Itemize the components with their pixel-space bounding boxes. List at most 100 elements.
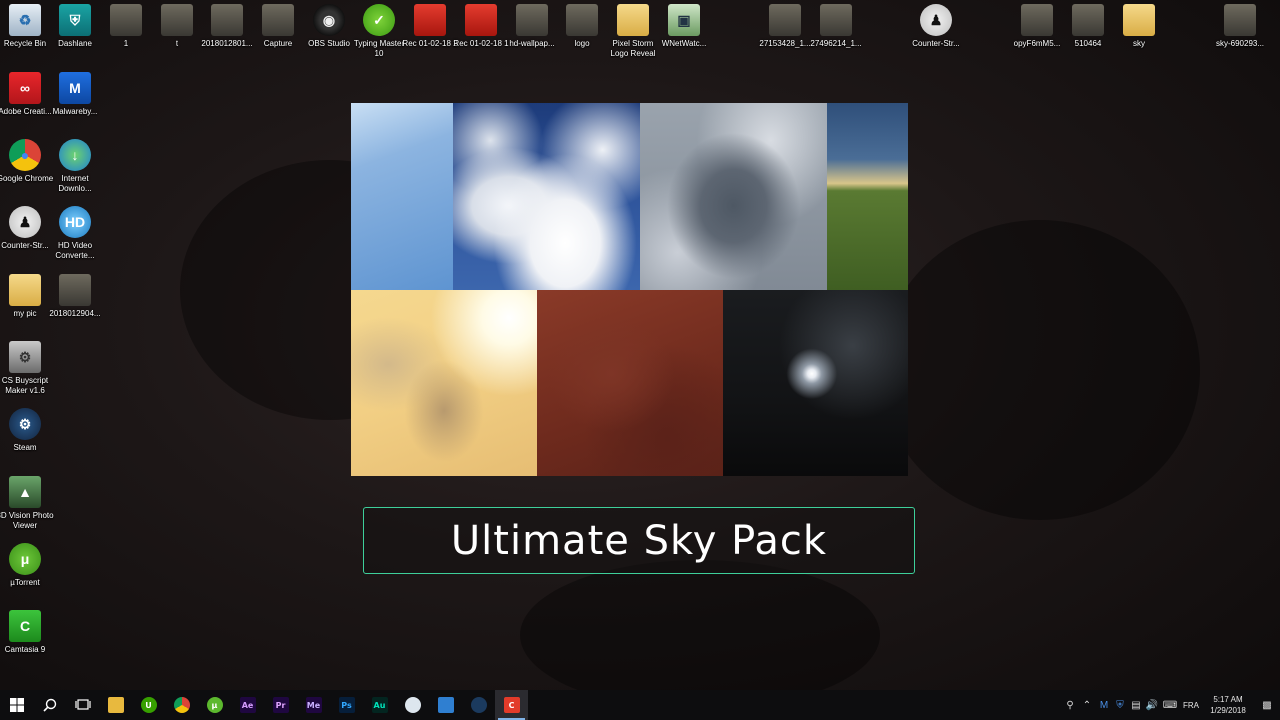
media-encoder-icon: Me	[305, 697, 322, 713]
notification-center-icon[interactable]: ▩	[1254, 690, 1280, 720]
desktop-icon-label: 510464	[1074, 39, 1102, 48]
malwarebytes-icon: M	[59, 72, 91, 104]
folder-icon	[617, 4, 649, 36]
taskbar-button-dashlane[interactable]	[396, 690, 429, 720]
desktop-icon-logo[interactable]: logo	[556, 4, 608, 49]
desktop-icon-2018012904[interactable]: 2018012904...	[49, 274, 101, 319]
desktop-icon-counter-str[interactable]: ♟ Counter-Str...	[910, 4, 962, 49]
image-file-icon	[211, 4, 243, 36]
image-file-icon	[769, 4, 801, 36]
desktop-icon-my-pic[interactable]: my pic	[0, 274, 51, 319]
people-icon[interactable]: ⚲	[1062, 690, 1078, 720]
malwarebytes-tray-icon[interactable]: M	[1096, 690, 1112, 720]
image-file-icon	[161, 4, 193, 36]
desktop-icon-label: 27496214_1...	[810, 39, 862, 48]
taskbar-button-file-explorer[interactable]	[99, 690, 132, 720]
desktop-icon-label: 2018012801...	[201, 39, 253, 48]
upwork-icon: U	[140, 697, 157, 713]
desktop-icon-wnetwatc[interactable]: ▣ WNetWatc...	[658, 4, 710, 49]
desktop-icon-hd-video-converte[interactable]: HD HD Video Converte...	[49, 206, 101, 261]
desktop-icon-rec-01-02-18-1[interactable]: Rec 01-02-18 1	[453, 4, 509, 49]
camtasia-icon: C	[9, 610, 41, 642]
desktop-icon-label: 1	[123, 39, 129, 48]
taskbar-button-chrome[interactable]	[165, 690, 198, 720]
taskbar-button-utorrent[interactable]: µ	[198, 690, 231, 720]
desktop-icon-label: sky	[1133, 39, 1145, 48]
taskbar-button-photoshop[interactable]: Ps	[330, 690, 363, 720]
taskbar-button-search[interactable]	[33, 690, 66, 720]
taskbar-button-audition[interactable]: Au	[363, 690, 396, 720]
desktop-icon-camtasia-9[interactable]: C Camtasia 9	[0, 610, 51, 655]
shield-icon[interactable]: ⛨	[1112, 690, 1128, 720]
desktop-icon-1[interactable]: 1	[100, 4, 152, 49]
desktop-icon-typing-master-10[interactable]: ✓ Typing Master 10	[353, 4, 405, 59]
desktop-icon-label: Steam	[13, 443, 37, 452]
desktop-icon-counter-str[interactable]: ♟ Counter-Str...	[0, 206, 51, 251]
desktop-icon-opyf6mm5[interactable]: opyF6mM5...	[1011, 4, 1063, 49]
desktop-icon-hd-wallpap[interactable]: hd-wallpap...	[506, 4, 558, 49]
desktop-icon-label: Internet Downlo...	[58, 174, 92, 193]
keyboard-icon[interactable]: ⌨	[1160, 690, 1180, 720]
desktop-icon-google-chrome[interactable]: ● Google Chrome	[0, 139, 53, 184]
image-file-icon	[1072, 4, 1104, 36]
clock[interactable]: 5:17 AM 1/29/2018	[1202, 694, 1254, 716]
desktop-icon-sky-690293[interactable]: sky-690293...	[1214, 4, 1266, 49]
desktop-icon-µtorrent[interactable]: μ µTorrent	[0, 543, 51, 588]
image-file-icon	[820, 4, 852, 36]
desktop-icon-t[interactable]: t	[151, 4, 203, 49]
utorrent-icon: µ	[206, 697, 223, 713]
desktop-icon-pixel-storm-logo-reveal[interactable]: Pixel Storm Logo Reveal	[607, 4, 659, 59]
desktop-icon-capture[interactable]: Capture	[252, 4, 304, 49]
volume-icon[interactable]: 🔊	[1144, 690, 1160, 720]
image-file-icon	[59, 274, 91, 306]
desktop-icon-dashlane[interactable]: ⛨ Dashlane	[49, 4, 101, 49]
desktop-icon-steam[interactable]: ⚙ Steam	[0, 408, 51, 453]
image-file-icon	[262, 4, 294, 36]
idm-icon: ↓	[59, 139, 91, 171]
image-file-icon	[566, 4, 598, 36]
clock-date: 1/29/2018	[1210, 706, 1246, 715]
taskbar-button-steam[interactable]	[462, 690, 495, 720]
desktop-icon-510464[interactable]: 510464	[1062, 4, 1114, 49]
desktop-icon-cs-buyscript-maker-v1-6[interactable]: ⚙ CS Buyscript Maker v1.6	[0, 341, 51, 396]
desktop-icon-malwareby[interactable]: M Malwareby...	[49, 72, 101, 117]
taskbar-button-upwork[interactable]: U	[132, 690, 165, 720]
desktop-icon-3d-vision-photo-viewer[interactable]: ▲ 3D Vision Photo Viewer	[0, 476, 54, 531]
counter-strike-icon: ♟	[920, 4, 952, 36]
taskbar-button-camtasia[interactable]: C	[495, 690, 528, 720]
desktop-icon-rec-01-02-18-2[interactable]: Rec 01-02-18 2	[402, 4, 458, 49]
taskbar-button-mail[interactable]	[429, 690, 462, 720]
chevron-up-icon[interactable]: ⌃	[1078, 690, 1096, 720]
premiere-icon: Pr	[272, 697, 289, 713]
desktop-icon-label: Typing Master 10	[353, 39, 405, 58]
desktop-icon-sky[interactable]: sky	[1113, 4, 1165, 49]
cs-buyscript-icon: ⚙	[9, 341, 41, 373]
taskbar-button-media-encoder[interactable]: Me	[297, 690, 330, 720]
desktop-icon-obs-studio[interactable]: ◉ OBS Studio	[303, 4, 355, 49]
taskbar-button-task-view[interactable]	[66, 690, 99, 720]
taskbar-apps: Uµ Ae Pr Me Ps Au C	[0, 690, 528, 720]
desktop-icon-adobe-creati[interactable]: ∞ Adobe Creati...	[0, 72, 52, 117]
desktop-icon-label: WNetWatc...	[661, 39, 707, 48]
desktop-icon-label: 3D Vision Photo Viewer	[0, 511, 54, 530]
dashlane-icon	[404, 697, 421, 713]
language-indicator[interactable]: FRA	[1180, 701, 1202, 710]
desktop-icon-internet-downlo[interactable]: ↓ Internet Downlo...	[49, 139, 101, 194]
desktop-icon-27153428-1[interactable]: 27153428_1...	[759, 4, 811, 49]
desktop-icon-2018012801[interactable]: 2018012801...	[201, 4, 253, 49]
taskbar-button-premiere[interactable]: Pr	[264, 690, 297, 720]
taskbar-button-after-effects[interactable]: Ae	[231, 690, 264, 720]
desktop-icon-label: opyF6mM5...	[1013, 39, 1061, 48]
sky-tile-cloudy-blue	[453, 103, 640, 290]
desktop-icon-recycle-bin[interactable]: ♻ Recycle Bin	[0, 4, 51, 49]
desktop-icon-label: Pixel Storm Logo Reveal	[610, 39, 656, 58]
desktop-icon-label: CS Buyscript Maker v1.6	[1, 376, 49, 395]
mail-icon	[437, 697, 454, 713]
taskbar-button-start[interactable]	[0, 690, 33, 720]
image-file-icon	[1021, 4, 1053, 36]
overlay-title: Ultimate Sky Pack	[450, 517, 828, 564]
search-icon	[42, 698, 57, 712]
desktop-icon-27496214-1[interactable]: 27496214_1...	[810, 4, 862, 49]
counter-strike-icon: ♟	[9, 206, 41, 238]
network-icon[interactable]: ▤	[1128, 690, 1144, 720]
